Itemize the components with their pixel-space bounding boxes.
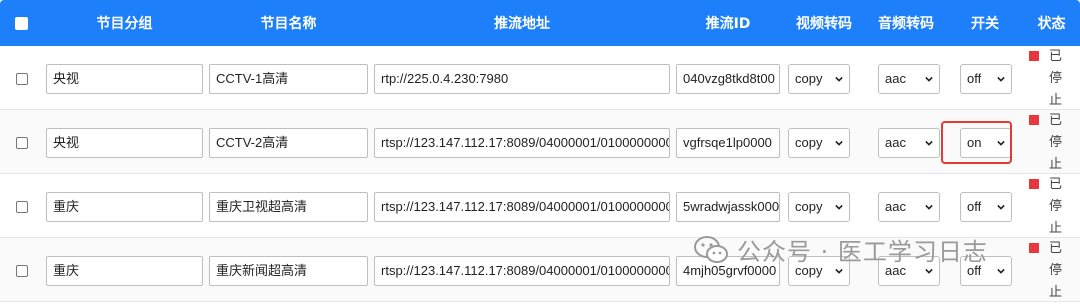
switch-select[interactable]: off [960, 192, 1012, 222]
status-cell: 已停止 [1023, 174, 1080, 240]
audio-transcode-select[interactable]: aac [878, 192, 940, 222]
wechat-icon [694, 235, 728, 263]
url-input[interactable]: rtp://225.0.4.230:7980 [374, 64, 670, 94]
status-text: 已停止 [1049, 49, 1063, 108]
table-row: 央视 CCTV-2高清 rtsp://123.147.112.17:8089/0… [0, 110, 1080, 174]
name-input[interactable]: 重庆卫视超高清 [209, 192, 368, 222]
col-header-url: 推流地址 [494, 16, 550, 32]
status-text: 已停止 [1049, 177, 1063, 236]
url-input[interactable]: rtsp://123.147.112.17:8089/04000001/0100… [374, 256, 670, 286]
col-header-group: 节目分组 [96, 16, 153, 32]
status-cell: 已停止 [1023, 110, 1080, 176]
url-input[interactable]: rtsp://123.147.112.17:8089/04000001/0100… [374, 192, 670, 222]
table-header: 节目分组 节目名称 推流地址 推流ID 视频转码 音频转码 开关 状态 [0, 0, 1080, 46]
table-row: 重庆 重庆卫视超高清 rtsp://123.147.112.17:8089/04… [0, 174, 1080, 238]
group-input[interactable]: 重庆 [46, 192, 203, 222]
row-checkbox[interactable] [15, 137, 28, 149]
video-transcode-select[interactable]: copy [788, 192, 850, 222]
status-text: 已停止 [1049, 241, 1063, 300]
channel-table: 节目分组 节目名称 推流地址 推流ID 视频转码 音频转码 开关 状态 央视 C… [0, 0, 1080, 302]
stream-id-input[interactable]: 040vzg8tkd8t00 [676, 64, 780, 94]
select-all-cell [0, 16, 43, 30]
chevron-down-icon [835, 76, 843, 82]
col-header-switch: 开关 [971, 16, 999, 32]
chevron-down-icon [835, 268, 843, 274]
video-transcode-value: copy [795, 199, 823, 214]
name-input[interactable]: CCTV-1高清 [209, 64, 368, 94]
row-checkbox[interactable] [15, 265, 28, 277]
status-cell: 已停止 [1023, 46, 1080, 112]
switch-value: off [967, 71, 982, 86]
status-stopped-icon [1029, 179, 1039, 189]
table-row: 央视 CCTV-1高清 rtp://225.0.4.230:7980 040vz… [0, 46, 1080, 110]
watermark: 公众号 · 医工学习日志 [693, 232, 988, 267]
switch-highlight-box [941, 121, 1012, 164]
audio-transcode-value: aac [885, 199, 906, 214]
chevron-down-icon [997, 76, 1005, 82]
row-checkbox[interactable] [15, 201, 28, 213]
select-all-checkbox[interactable] [15, 16, 28, 30]
group-input[interactable]: 央视 [46, 64, 203, 94]
col-header-status: 状态 [1037, 16, 1066, 32]
video-transcode-select[interactable]: copy [788, 64, 850, 94]
stream-id-input[interactable]: 5wradwjassk000 [676, 192, 780, 222]
audio-transcode-value: aac [885, 135, 906, 150]
status-stopped-icon [1029, 243, 1039, 253]
audio-transcode-value: aac [885, 71, 906, 86]
watermark-text: 公众号 · 医工学习日志 [737, 238, 988, 266]
video-transcode-value: copy [795, 71, 823, 86]
chevron-down-icon [925, 140, 933, 146]
col-header-video: 视频转码 [796, 16, 852, 32]
name-input[interactable]: 重庆新闻超高清 [209, 256, 368, 286]
status-stopped-icon [1029, 51, 1039, 61]
status-cell: 已停止 [1023, 238, 1080, 304]
status-text: 已停止 [1049, 113, 1063, 172]
row-checkbox[interactable] [15, 73, 28, 85]
stream-id-input[interactable]: vgfrsqe1lp0000 [676, 128, 780, 158]
chevron-down-icon [835, 140, 843, 146]
name-input[interactable]: CCTV-2高清 [209, 128, 368, 158]
col-header-stream-id: 推流ID [705, 16, 751, 32]
chevron-down-icon [925, 204, 933, 210]
group-input[interactable]: 央视 [46, 128, 203, 158]
audio-transcode-select[interactable]: aac [878, 64, 940, 94]
col-header-name: 节目名称 [260, 16, 317, 32]
chevron-down-icon [997, 204, 1005, 210]
chevron-down-icon [925, 268, 933, 274]
switch-select[interactable]: off [960, 64, 1012, 94]
audio-transcode-select[interactable]: aac [878, 128, 940, 158]
url-input[interactable]: rtsp://123.147.112.17:8089/04000001/0100… [374, 128, 670, 158]
col-header-audio: 音频转码 [878, 16, 934, 32]
chevron-down-icon [835, 204, 843, 210]
chevron-down-icon [997, 268, 1005, 274]
video-transcode-value: copy [795, 135, 823, 150]
video-transcode-select[interactable]: copy [788, 128, 850, 158]
chevron-down-icon [925, 76, 933, 82]
status-stopped-icon [1029, 115, 1039, 125]
group-input[interactable]: 重庆 [46, 256, 203, 286]
switch-value: off [967, 199, 982, 214]
